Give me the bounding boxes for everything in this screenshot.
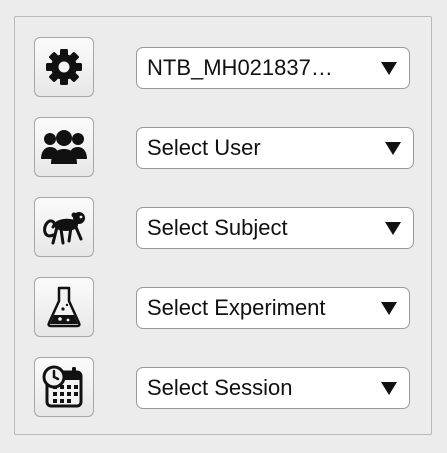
users-button[interactable] xyxy=(34,117,94,177)
chevron-down-icon xyxy=(385,141,401,155)
session-button[interactable] xyxy=(34,357,94,417)
setup-dropdown-value: NTB_MH021837… xyxy=(147,55,333,80)
row-experiment: Select Experiment xyxy=(15,277,431,339)
session-dropdown[interactable]: Select Session xyxy=(136,367,410,409)
chevron-down-icon xyxy=(381,61,397,75)
row-session: Select Session xyxy=(15,357,431,419)
subject-dropdown[interactable]: Select Subject xyxy=(136,207,414,249)
user-dropdown[interactable]: Select User xyxy=(136,127,414,169)
monkey-icon xyxy=(43,212,85,245)
experiment-dropdown-value: Select Experiment xyxy=(147,295,326,320)
row-subject: Select Subject xyxy=(15,197,431,259)
settings-button[interactable] xyxy=(34,37,94,97)
experiment-dropdown[interactable]: Select Experiment xyxy=(136,287,410,329)
selection-panel: NTB_MH021837… Select User Select Subject… xyxy=(14,16,432,435)
subject-button[interactable] xyxy=(34,197,94,257)
calendar-clock-icon xyxy=(42,365,83,408)
flask-icon xyxy=(47,286,81,328)
chevron-down-icon xyxy=(381,381,397,395)
user-dropdown-value: Select User xyxy=(147,135,261,160)
experiment-button[interactable] xyxy=(34,277,94,337)
gear-icon xyxy=(46,49,82,85)
session-dropdown-value: Select Session xyxy=(147,375,293,400)
subject-dropdown-value: Select Subject xyxy=(147,215,288,240)
setup-dropdown[interactable]: NTB_MH021837… xyxy=(136,47,410,89)
row-setup: NTB_MH021837… xyxy=(15,37,431,99)
row-user: Select User xyxy=(15,117,431,179)
users-icon xyxy=(41,130,87,164)
chevron-down-icon xyxy=(381,301,397,315)
chevron-down-icon xyxy=(385,221,401,235)
